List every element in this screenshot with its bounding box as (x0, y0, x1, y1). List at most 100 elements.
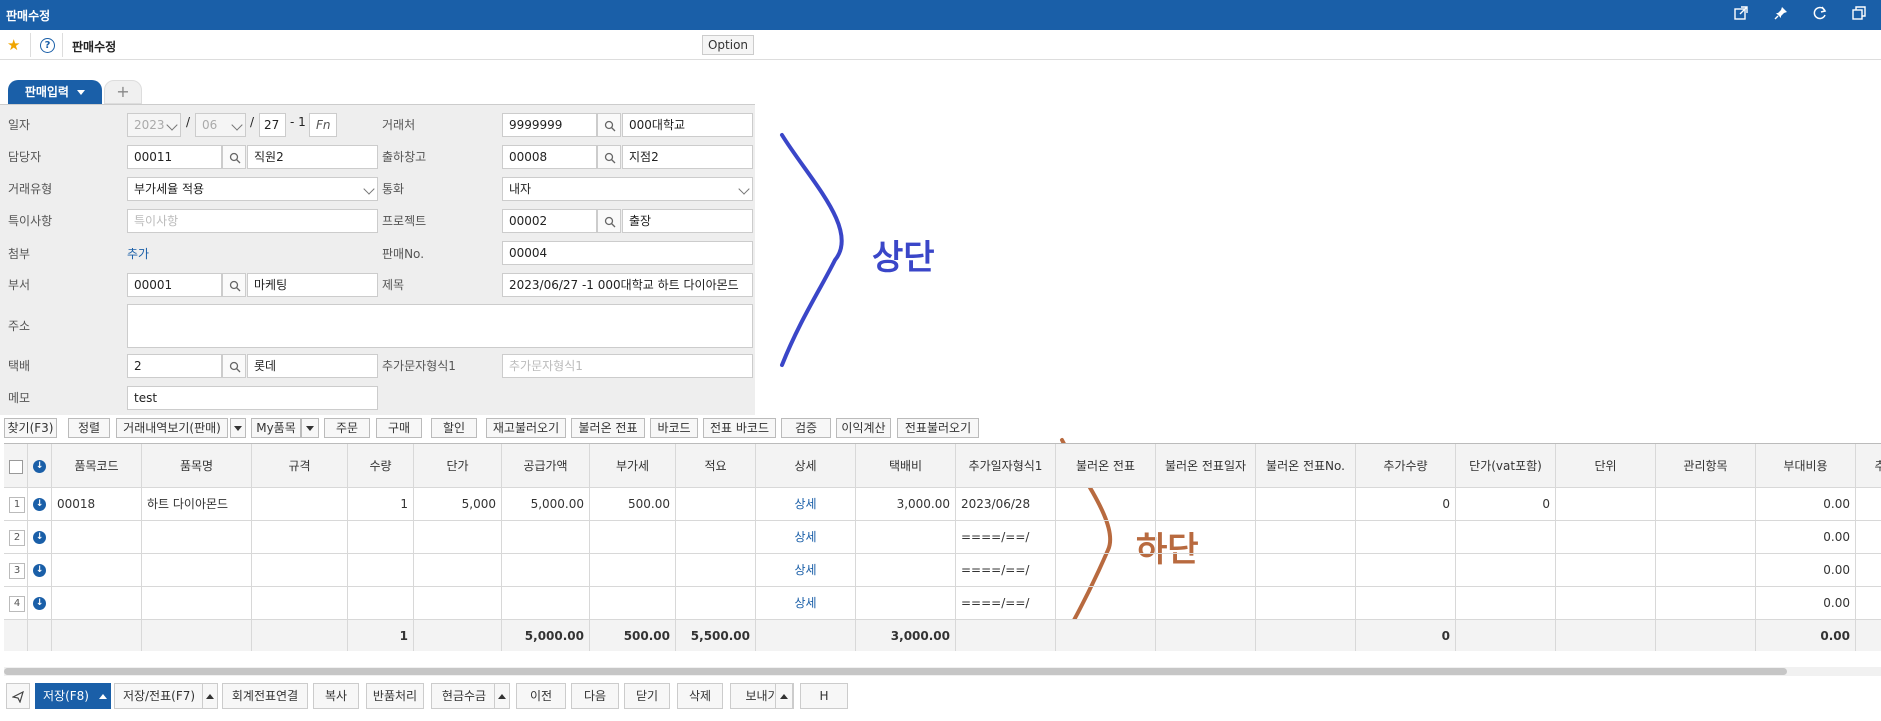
dept-search-button[interactable] (222, 273, 246, 297)
table-cell[interactable] (1556, 587, 1656, 620)
table-cell[interactable] (856, 554, 956, 587)
manager-name-input[interactable]: 직원2 (247, 145, 378, 169)
table-cell[interactable] (252, 488, 348, 521)
table-cell[interactable]: ====/==/ (956, 521, 1056, 554)
warehouse-search-button[interactable] (597, 145, 621, 169)
table-cell[interactable]: 5,000.00 (502, 488, 590, 521)
address-textarea[interactable] (127, 304, 753, 348)
date-year-select[interactable]: 2023 (127, 113, 181, 137)
date-day-input[interactable]: 27 (259, 113, 286, 137)
manager-search-button[interactable] (222, 145, 246, 169)
table-cell[interactable] (1256, 521, 1356, 554)
accounting-link-button[interactable]: 회계전표연결 (222, 683, 308, 709)
delivery-search-button[interactable] (222, 354, 246, 378)
scrollbar-thumb[interactable] (4, 668, 1787, 675)
date-month-select[interactable]: 06 (195, 113, 246, 137)
return-button[interactable]: 반품처리 (366, 683, 424, 709)
table-cell[interactable] (590, 587, 676, 620)
warehouse-code-input[interactable]: 00008 (502, 145, 597, 169)
verify-button[interactable]: 검증 (781, 418, 831, 438)
manager-code-input[interactable]: 00011 (127, 145, 222, 169)
table-cell[interactable] (1856, 554, 1881, 587)
table-cell[interactable] (502, 521, 590, 554)
tab-sales-entry[interactable]: 판매입력 (8, 80, 102, 104)
detail-link[interactable]: 상세 (794, 530, 816, 544)
table-cell[interactable] (1356, 521, 1456, 554)
table-cell[interactable]: 0.00 (1756, 488, 1856, 521)
my-items-button[interactable]: My품목 (251, 418, 301, 438)
table-cell[interactable] (1056, 587, 1156, 620)
table-cell[interactable]: ↓ (28, 488, 52, 521)
previous-button[interactable]: 이전 (516, 683, 566, 709)
table-cell[interactable] (1556, 488, 1656, 521)
project-search-button[interactable] (597, 209, 621, 233)
table-cell[interactable] (1256, 488, 1356, 521)
dept-code-input[interactable]: 00001 (127, 273, 222, 297)
attach-add-link[interactable]: 추가 (127, 245, 149, 262)
loaded-slip-button[interactable]: 불러온 전표 (571, 418, 645, 438)
table-cell[interactable]: 0 (1356, 488, 1456, 521)
client-code-input[interactable]: 9999999 (502, 113, 597, 137)
send-icon[interactable] (6, 683, 30, 709)
sales-history-button[interactable]: 거래내역보기(판매) (116, 418, 228, 438)
client-search-button[interactable] (597, 113, 621, 137)
table-cell[interactable]: ↓ (28, 521, 52, 554)
delivery-code-input[interactable]: 2 (127, 354, 222, 378)
table-cell[interactable]: 상세 (756, 488, 856, 521)
copy-button[interactable]: 복사 (313, 683, 359, 709)
table-cell[interactable] (1656, 587, 1756, 620)
table-cell[interactable] (252, 554, 348, 587)
table-cell[interactable] (142, 554, 252, 587)
table-cell[interactable] (1656, 521, 1756, 554)
client-name-input[interactable]: 000대학교 (622, 113, 753, 137)
add-tab-button[interactable]: + (104, 80, 142, 104)
table-cell[interactable]: 하트 다이아몬드 (142, 488, 252, 521)
download-icon[interactable]: ↓ (33, 460, 46, 473)
detail-link[interactable]: 상세 (794, 563, 816, 577)
table-cell[interactable] (414, 554, 502, 587)
table-cell[interactable] (1856, 587, 1881, 620)
order-button[interactable]: 주문 (324, 418, 370, 438)
table-cell[interactable] (502, 587, 590, 620)
find-button[interactable]: 찾기(F3) (4, 418, 57, 438)
table-cell[interactable] (414, 521, 502, 554)
table-cell[interactable]: 3,000.00 (856, 488, 956, 521)
table-cell[interactable] (252, 587, 348, 620)
next-button[interactable]: 다음 (571, 683, 619, 709)
load-stock-button[interactable]: 재고불러오기 (486, 418, 566, 438)
table-cell[interactable] (1056, 554, 1156, 587)
table-cell[interactable]: 00018 (52, 488, 142, 521)
help-icon[interactable]: ? (40, 38, 55, 53)
table-cell[interactable]: 상세 (756, 521, 856, 554)
download-icon[interactable]: ↓ (33, 498, 46, 511)
trade-type-select[interactable]: 부가세율 적용 (127, 177, 378, 201)
table-cell[interactable] (676, 521, 756, 554)
table-cell[interactable]: 상세 (756, 554, 856, 587)
table-cell[interactable]: 0 (1456, 488, 1556, 521)
table-cell[interactable] (142, 521, 252, 554)
table-cell[interactable] (1156, 554, 1256, 587)
delivery-name-input[interactable]: 롯데 (247, 354, 378, 378)
extra-text-input[interactable]: 추가문자형식1 (502, 354, 753, 378)
grid-horizontal-scrollbar[interactable] (4, 667, 1881, 676)
table-cell[interactable] (142, 587, 252, 620)
table-cell[interactable] (52, 554, 142, 587)
table-cell[interactable]: 상세 (756, 587, 856, 620)
pin-icon[interactable] (1772, 6, 1790, 24)
table-cell[interactable]: ↓ (28, 587, 52, 620)
currency-select[interactable]: 내자 (502, 177, 753, 201)
option-button[interactable]: Option (702, 35, 754, 55)
table-cell[interactable] (348, 587, 414, 620)
save-slip-button[interactable]: 저장/전표(F7) (114, 683, 204, 709)
table-cell[interactable] (1656, 554, 1756, 587)
table-cell[interactable]: 1 (4, 488, 28, 521)
cash-receipt-button[interactable]: 현금수금 (431, 683, 497, 709)
table-cell[interactable] (676, 554, 756, 587)
close-button[interactable]: 닫기 (624, 683, 670, 709)
table-cell[interactable] (856, 521, 956, 554)
purchase-button[interactable]: 구매 (376, 418, 422, 438)
table-cell[interactable] (590, 554, 676, 587)
table-cell[interactable] (1056, 521, 1156, 554)
table-cell[interactable] (252, 521, 348, 554)
table-cell[interactable] (52, 521, 142, 554)
